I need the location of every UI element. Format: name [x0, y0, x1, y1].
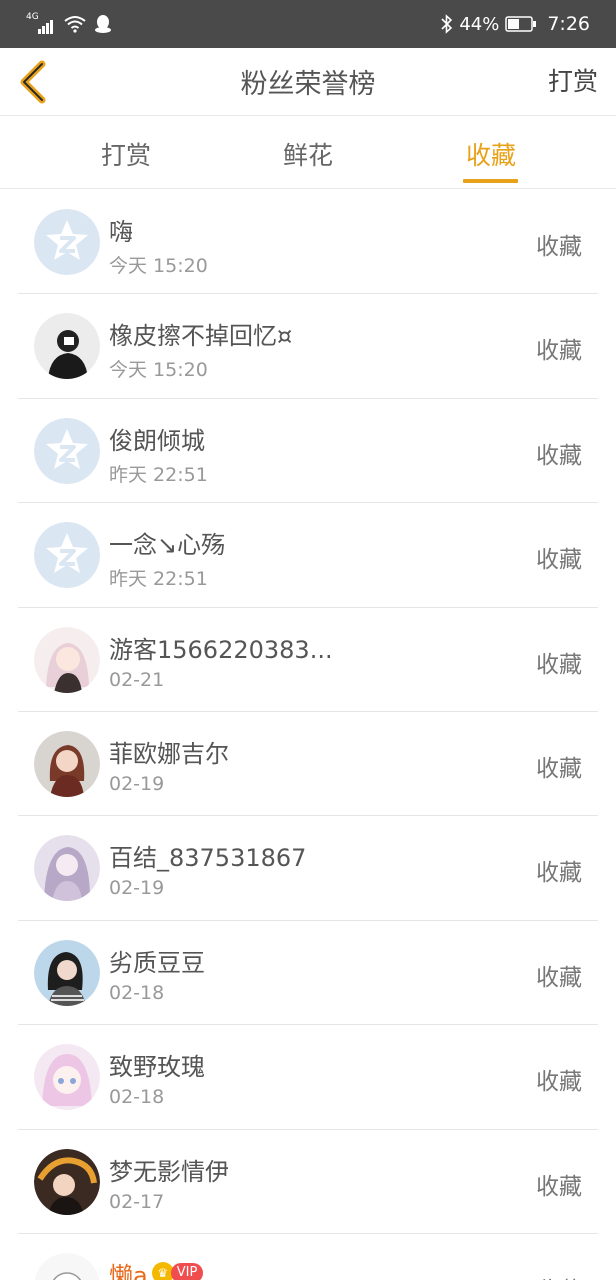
fan-time: 02-18 — [109, 981, 165, 1004]
action-label: 收藏 — [536, 234, 582, 260]
fan-time: 02-19 — [109, 772, 165, 795]
action-label: 收藏 — [536, 547, 582, 574]
list-item[interactable]: 菲欧娜吉尔 02-19 收藏 — [18, 712, 598, 817]
list-item[interactable]: 俊朗倾城 昨天 22:51 收藏 — [18, 399, 598, 504]
bluetooth-icon — [441, 14, 453, 34]
fan-time: 今天 15:20 — [109, 255, 208, 277]
wifi-icon — [64, 16, 86, 33]
avatar[interactable] — [34, 522, 100, 589]
fan-name: 橡皮擦不掉回忆¤ — [109, 322, 293, 351]
status-left: 4G — [26, 11, 112, 37]
anime-avatar-icon — [34, 835, 100, 902]
list-item[interactable]: 致野玫瑰 02-18 收藏 — [18, 1025, 598, 1130]
fan-name: 懒a — [109, 1261, 148, 1280]
qq-icon — [95, 15, 111, 33]
fan-name: 劣质豆豆 — [109, 948, 205, 977]
fan-name: 梦无影情伊 — [109, 1157, 229, 1186]
fan-time: 02-21 — [109, 668, 165, 691]
fan-name-row: 懒a ♛ VIP — [109, 1256, 204, 1280]
fan-time: 02-18 — [109, 1086, 165, 1109]
action-label: 收藏 — [536, 964, 582, 991]
fan-name: 百结_837531867 — [109, 844, 307, 873]
action-label: 收藏 — [536, 860, 582, 887]
avatar[interactable] — [34, 730, 100, 797]
battery-icon — [505, 16, 537, 32]
avatar[interactable] — [34, 313, 100, 380]
action-label: 收藏 — [536, 755, 582, 782]
avatar[interactable] — [34, 209, 100, 275]
list-item[interactable]: 一念↘心殇 昨天 22:51 收藏 — [18, 503, 598, 608]
fan-name: 菲欧娜吉尔 — [109, 739, 229, 768]
tab-reward[interactable]: 打赏 — [71, 136, 181, 172]
avatar[interactable] — [34, 1044, 100, 1111]
fan-time: 02-19 — [109, 877, 165, 900]
fan-name: 嗨 — [109, 218, 133, 246]
action-label: 收藏 — [536, 338, 582, 365]
top-bar: 粉丝荣誉榜 打赏 — [0, 48, 616, 116]
action-label: 收藏 — [536, 1173, 582, 1200]
clock: 7:26 — [547, 13, 590, 35]
photo-avatar-icon — [34, 313, 100, 380]
list-item[interactable]: 橡皮擦不掉回忆¤ 今天 15:20 收藏 — [18, 294, 598, 399]
active-tab-indicator — [463, 179, 518, 183]
avatar[interactable] — [34, 626, 100, 693]
fan-name: 俊朗倾城 — [109, 426, 205, 455]
list-item[interactable]: 梦无影情伊 02-17 收藏 — [18, 1130, 598, 1234]
page-title: 粉丝荣誉榜 — [240, 69, 376, 100]
action-label: 收藏 — [536, 442, 582, 469]
avatar[interactable] — [34, 939, 100, 1006]
fan-name: 致野玫瑰 — [109, 1053, 205, 1082]
list-item[interactable]: 懒a ♛ VIP 收藏 — [18, 1234, 598, 1280]
avatar[interactable] — [34, 417, 100, 484]
fan-time: 今天 15:20 — [109, 359, 208, 382]
list-item[interactable]: 百结_837531867 02-19 收藏 — [18, 816, 598, 921]
status-right: 44% 7:26 — [441, 11, 590, 37]
battery-percent: 44% — [459, 13, 500, 35]
cellular-signal-icon: 4G — [26, 12, 56, 34]
status-bar: 4G 44% 7:26 — [0, 0, 616, 48]
action-label: 收藏 — [536, 1271, 582, 1280]
tab-flowers[interactable]: 鲜花 — [253, 136, 363, 172]
tab-favorites[interactable]: 收藏 — [436, 136, 546, 172]
fan-time: 02-17 — [109, 1190, 165, 1213]
action-label: 收藏 — [536, 651, 582, 678]
qq-default-avatar-icon — [34, 417, 100, 484]
vip-label: VIP — [170, 1263, 204, 1280]
tab-bar: 打赏 鲜花 收藏 — [0, 117, 616, 189]
avatar[interactable] — [34, 1148, 100, 1215]
fan-name: 一念↘心殇 — [109, 531, 226, 560]
anime-avatar-icon — [34, 626, 100, 693]
avatar[interactable] — [34, 1252, 100, 1280]
fan-name: 游客1566220383... — [109, 635, 333, 664]
vip-badge: ♛ VIP — [151, 1262, 204, 1280]
cartoon-avatar-icon — [34, 1252, 100, 1280]
action-label: 收藏 — [536, 1069, 582, 1096]
fan-time: 昨天 22:51 — [109, 463, 208, 486]
anime-avatar-icon — [34, 730, 100, 797]
qq-default-avatar-icon — [34, 209, 100, 275]
network-type: 4G — [26, 12, 39, 22]
fan-time: 昨天 22:51 — [109, 568, 208, 591]
fan-list: 嗨 今天 15:20 收藏 橡皮擦不掉回忆¤ 今天 15:20 收藏 俊朗倾城 … — [18, 190, 598, 1280]
list-item[interactable]: 劣质豆豆 02-18 收藏 — [18, 921, 598, 1026]
qq-default-avatar-icon — [34, 522, 100, 589]
reward-button[interactable]: 打赏 — [548, 62, 598, 98]
avatar[interactable] — [34, 835, 100, 902]
anime-avatar-icon — [34, 1148, 100, 1215]
list-item[interactable]: 游客1566220383... 02-21 收藏 — [18, 608, 598, 712]
photo-avatar-icon — [34, 939, 100, 1006]
anime-avatar-icon — [34, 1044, 100, 1111]
list-item[interactable]: 嗨 今天 15:20 收藏 — [18, 190, 598, 295]
